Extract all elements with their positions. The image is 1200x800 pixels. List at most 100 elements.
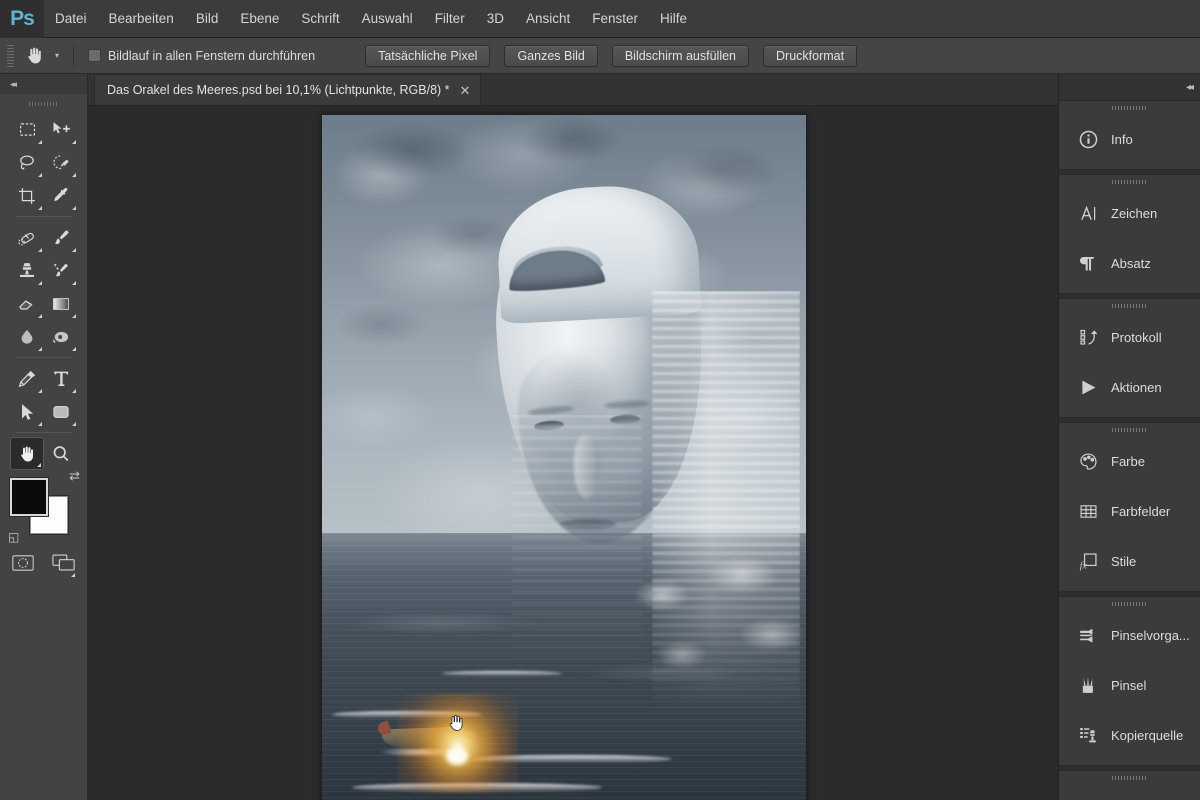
foreground-color-swatch[interactable] xyxy=(10,478,48,516)
panel-group-grip[interactable] xyxy=(1059,175,1200,188)
menu-item-ebene[interactable]: Ebene xyxy=(229,0,290,38)
eyedropper-tool[interactable] xyxy=(44,179,78,212)
flyout-corner-icon xyxy=(72,173,76,177)
panel-kopierquelle[interactable]: Kopierquelle xyxy=(1059,710,1200,760)
panel-pinsel[interactable]: Pinsel xyxy=(1059,660,1200,710)
toolbar-grip[interactable] xyxy=(28,97,59,111)
brush-tool[interactable] xyxy=(44,221,78,254)
clone-stamp-tool[interactable] xyxy=(10,254,44,287)
dock-group-info: Info xyxy=(1059,100,1200,170)
healing-brush-tool[interactable] xyxy=(10,221,44,254)
gradient-tool[interactable] xyxy=(44,287,78,320)
type-tool[interactable] xyxy=(44,362,78,395)
panel-absatz[interactable]: Absatz xyxy=(1059,238,1200,288)
print-size-button[interactable]: Druckformat xyxy=(763,44,858,67)
panel-info[interactable]: Info xyxy=(1059,114,1200,164)
dock-collapse-button[interactable]: ◂◂ xyxy=(1059,74,1200,100)
hand-icon xyxy=(19,41,49,71)
properties-icon xyxy=(1073,794,1103,800)
panel-group-grip[interactable] xyxy=(1059,597,1200,610)
panel-stile[interactable]: fx Stile xyxy=(1059,536,1200,586)
move-tool[interactable] xyxy=(44,113,78,146)
crop-tool[interactable] xyxy=(10,179,44,212)
menu-item-bearbeiten[interactable]: Bearbeiten xyxy=(98,0,185,38)
document-tab[interactable]: Das Orakel des Meeres.psd bei 10,1% (Lic… xyxy=(94,74,482,105)
lasso-tool[interactable] xyxy=(10,146,44,179)
panel-protokoll[interactable]: Protokoll xyxy=(1059,312,1200,362)
panel-group-grip[interactable] xyxy=(1059,101,1200,114)
panel-group-grip[interactable] xyxy=(1059,771,1200,784)
rectangular-marquee-tool[interactable] xyxy=(10,113,44,146)
menu-item-3d[interactable]: 3D xyxy=(476,0,515,38)
clone-source-icon xyxy=(1073,720,1103,750)
panel-eigenschaften[interactable]: Eigenschaft... xyxy=(1059,784,1200,800)
flyout-corner-icon xyxy=(37,463,41,467)
tool-preset-caret-icon[interactable]: ▾ xyxy=(49,41,65,71)
default-colors-icon[interactable]: ◱ xyxy=(8,530,19,544)
light-core xyxy=(446,747,468,765)
zoom-tool[interactable] xyxy=(44,437,78,470)
photoshop-logo: Ps xyxy=(0,0,44,38)
quick-selection-tool[interactable] xyxy=(44,146,78,179)
quick-mask-toggle[interactable] xyxy=(10,546,36,579)
menu-item-datei[interactable]: Datei xyxy=(44,0,98,38)
document-canvas[interactable] xyxy=(322,115,806,800)
menu-bar: Ps Datei Bearbeiten Bild Ebene Schrift A… xyxy=(0,0,1200,38)
options-bar-grip[interactable] xyxy=(7,44,14,67)
brush-presets-icon xyxy=(1073,620,1103,650)
blur-tool[interactable] xyxy=(10,320,44,353)
panel-label: Zeichen xyxy=(1111,205,1158,221)
panel-label: Kopierquelle xyxy=(1111,727,1184,743)
toolbar-collapse-button[interactable]: ◂◂ xyxy=(0,74,87,94)
flyout-corner-icon xyxy=(38,281,42,285)
rectangle-tool[interactable] xyxy=(44,395,78,428)
scroll-all-windows-checkbox[interactable] xyxy=(88,49,101,62)
pilcrow-icon xyxy=(1073,248,1103,278)
panel-dock: ◂◂ Info Zeichen Absatz Protokoll Aktione… xyxy=(1058,74,1200,800)
dock-group-history: Protokoll Aktionen xyxy=(1059,298,1200,418)
path-selection-tool[interactable] xyxy=(10,395,44,428)
menu-item-filter[interactable]: Filter xyxy=(424,0,476,38)
panel-farbfelder[interactable]: Farbfelder xyxy=(1059,486,1200,536)
eraser-tool[interactable] xyxy=(10,287,44,320)
flyout-corner-icon xyxy=(72,140,76,144)
panel-label: Protokoll xyxy=(1111,329,1162,345)
flyout-corner-icon xyxy=(72,422,76,426)
play-triangle-icon xyxy=(1073,372,1103,402)
tools-panel: ◂◂ ⇄ ◱ xyxy=(0,74,88,800)
panel-aktionen[interactable]: Aktionen xyxy=(1059,362,1200,412)
flyout-corner-icon xyxy=(72,347,76,351)
document-tab-bar: Das Orakel des Meeres.psd bei 10,1% (Lic… xyxy=(88,74,1058,106)
menu-item-hilfe[interactable]: Hilfe xyxy=(649,0,698,38)
menu-item-auswahl[interactable]: Auswahl xyxy=(351,0,424,38)
screen-mode-toggle[interactable] xyxy=(52,546,78,579)
actual-pixels-button[interactable]: Tatsächliche Pixel xyxy=(365,44,491,67)
scroll-all-windows-checkbox-row[interactable]: Bildlauf in allen Fenstern durchführen xyxy=(88,49,315,63)
panel-pinselvorgaben[interactable]: Pinselvorga... xyxy=(1059,610,1200,660)
color-swatches: ⇄ ◱ xyxy=(8,468,80,544)
pen-tool[interactable] xyxy=(10,362,44,395)
swap-colors-icon[interactable]: ⇄ xyxy=(69,468,80,484)
panel-farbe[interactable]: Farbe xyxy=(1059,436,1200,486)
brush-jar-icon xyxy=(1073,670,1103,700)
flyout-corner-icon xyxy=(38,314,42,318)
history-brush-tool[interactable] xyxy=(44,254,78,287)
fit-screen-button[interactable]: Ganzes Bild xyxy=(504,44,598,67)
menu-item-ansicht[interactable]: Ansicht xyxy=(515,0,581,38)
canvas-area[interactable] xyxy=(88,106,1058,800)
panel-group-grip[interactable] xyxy=(1059,423,1200,436)
hand-tool[interactable] xyxy=(10,437,44,470)
close-icon[interactable]: ✕ xyxy=(460,84,471,97)
options-bar: ▾ Bildlauf in allen Fenstern durchführen… xyxy=(0,38,1200,74)
panel-group-grip[interactable] xyxy=(1059,299,1200,312)
dodge-tool[interactable] xyxy=(44,320,78,353)
history-icon xyxy=(1073,322,1103,352)
fill-screen-button[interactable]: Bildschirm ausfüllen xyxy=(611,44,750,67)
menu-item-bild[interactable]: Bild xyxy=(185,0,230,38)
panel-zeichen[interactable]: Zeichen xyxy=(1059,188,1200,238)
dock-group-brush: Pinselvorga... Pinsel Kopierquelle xyxy=(1059,596,1200,766)
toolbar-divider xyxy=(16,216,72,217)
menu-item-schrift[interactable]: Schrift xyxy=(290,0,350,38)
options-separator xyxy=(73,44,74,67)
menu-item-fenster[interactable]: Fenster xyxy=(581,0,649,38)
